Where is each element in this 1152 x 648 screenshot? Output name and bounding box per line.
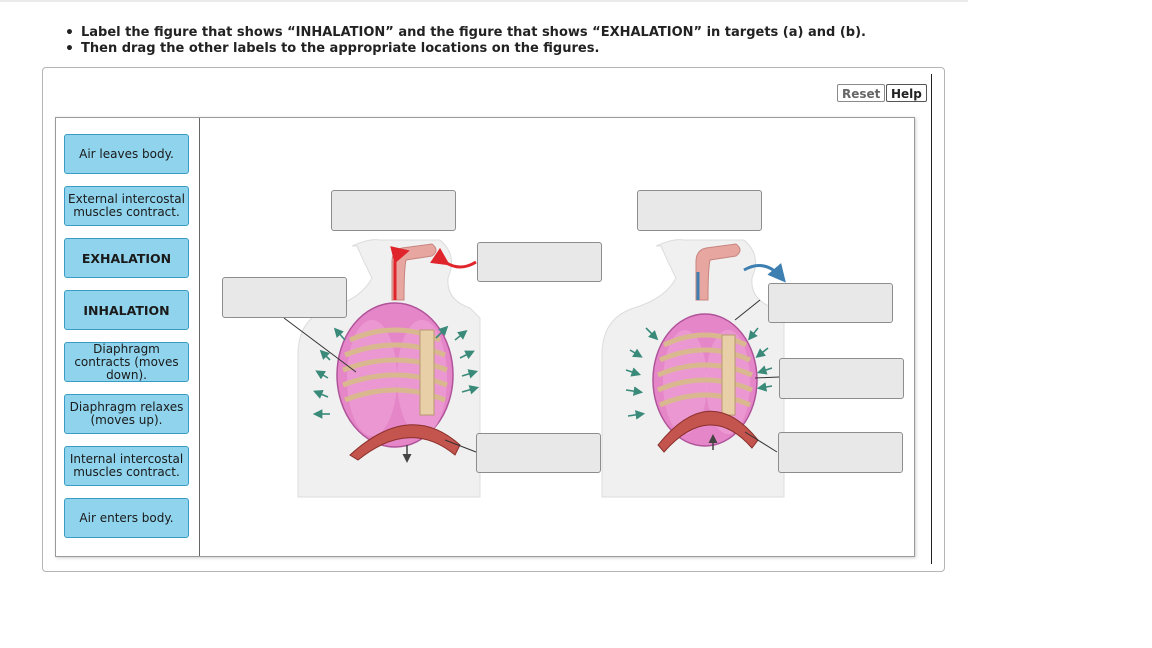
sternum-right — [721, 334, 736, 416]
drop-target-right-diaphragm[interactable] — [778, 432, 903, 473]
drop-target-right-figure-title[interactable] — [637, 190, 762, 231]
figure-right — [601, 239, 786, 498]
sternum-left — [419, 329, 435, 416]
drop-target-left-figure-title[interactable] — [331, 190, 456, 231]
drop-target-left-diaphragm[interactable] — [476, 433, 601, 473]
drop-target-right-intercostal[interactable] — [779, 358, 904, 399]
drop-target-right-air[interactable] — [768, 283, 893, 323]
breathing-figures — [283, 239, 786, 498]
drop-target-left-air[interactable] — [477, 242, 602, 282]
drop-target-left-intercostal[interactable] — [222, 277, 347, 318]
